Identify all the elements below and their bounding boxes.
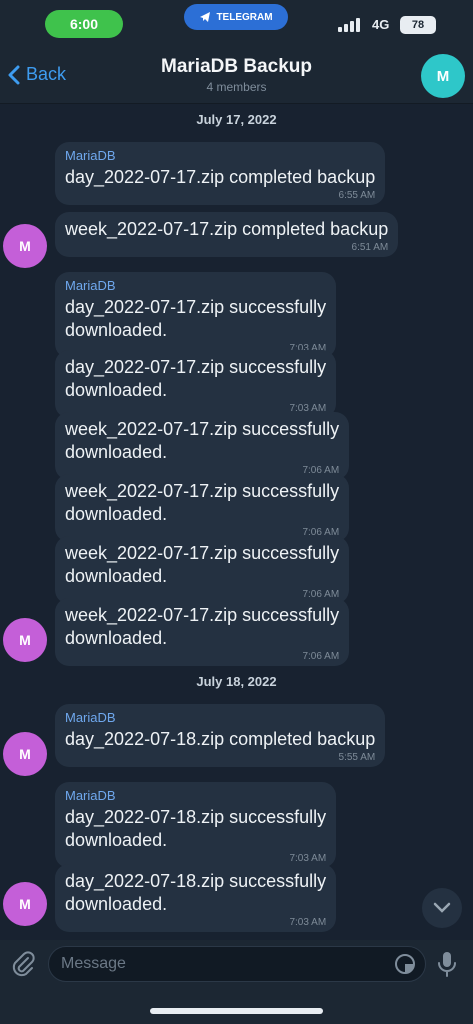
- message-bubble[interactable]: week_2022-07-17.zip successfully downloa…: [55, 412, 350, 480]
- chat-title[interactable]: MariaDB Backup: [0, 56, 473, 78]
- sender-avatar[interactable]: M: [3, 732, 47, 776]
- message-time: 6:51 AM: [351, 242, 389, 253]
- home-indicator-area: [0, 988, 473, 1024]
- telegram-pill[interactable]: TELEGRAM: [184, 4, 288, 30]
- battery-icon: 78: [400, 16, 436, 34]
- date-separator: July 17, 2022: [196, 112, 277, 127]
- status-bar: 6:00 TELEGRAM 4G 78: [0, 0, 473, 50]
- battery-level: 78: [411, 19, 425, 31]
- message-text: week_2022-07-17.zip completed backup: [65, 219, 389, 239]
- message-text: day_2022-07-18.zip successfully download…: [65, 871, 327, 914]
- message-sender: MariaDB: [65, 710, 116, 725]
- message-bubble[interactable]: MariaDB day_2022-07-17.zip successfully …: [55, 272, 337, 358]
- message-sender: MariaDB: [65, 148, 116, 163]
- sticker-icon: [395, 954, 415, 974]
- message-input[interactable]: [48, 946, 426, 982]
- message-bubble[interactable]: week_2022-07-17.zip successfully downloa…: [55, 536, 350, 604]
- message-time: 7:03 AM: [289, 917, 327, 928]
- chat-header: Back MariaDB Backup 4 members M: [0, 50, 473, 104]
- sender-avatar[interactable]: M: [3, 618, 47, 662]
- sender-avatar[interactable]: M: [3, 224, 47, 268]
- message-time: 7:03 AM: [289, 853, 327, 864]
- message-text: week_2022-07-17.zip successfully downloa…: [65, 543, 340, 586]
- message-bubble[interactable]: MariaDB day_2022-07-17.zip completed bac…: [55, 142, 386, 205]
- message-bubble[interactable]: MariaDB day_2022-07-18.zip completed bac…: [55, 704, 386, 767]
- message-bubble[interactable]: day_2022-07-18.zip successfully download…: [55, 864, 337, 932]
- attach-button[interactable]: [10, 950, 36, 983]
- paperclip-icon: [12, 951, 35, 977]
- signal-icon: [338, 18, 360, 32]
- message-bubble[interactable]: week_2022-07-17.zip completed backup 6:5…: [55, 212, 399, 257]
- message-bubble[interactable]: MariaDB day_2022-07-18.zip successfully …: [55, 782, 337, 868]
- message-bubble[interactable]: week_2022-07-17.zip successfully downloa…: [55, 474, 350, 542]
- microphone-icon: [438, 952, 456, 977]
- message-bubble[interactable]: week_2022-07-17.zip successfully downloa…: [55, 598, 350, 666]
- sender-avatar[interactable]: M: [3, 882, 47, 926]
- telegram-pill-label: TELEGRAM: [216, 11, 273, 23]
- voice-button[interactable]: [436, 950, 458, 983]
- message-time: 5:55 AM: [338, 752, 376, 763]
- message-sender: MariaDB: [65, 278, 116, 293]
- scroll-down-button[interactable]: [422, 888, 462, 928]
- message-time: 7:06 AM: [302, 651, 340, 662]
- message-text: day_2022-07-17.zip successfully download…: [65, 357, 327, 400]
- message-text: day_2022-07-17.zip completed backup: [65, 167, 376, 187]
- sticker-button[interactable]: [394, 953, 416, 980]
- message-text: week_2022-07-17.zip successfully downloa…: [65, 481, 340, 524]
- chat-subtitle: 4 members: [206, 80, 267, 94]
- message-text: day_2022-07-18.zip completed backup: [65, 729, 376, 749]
- message-bubble[interactable]: day_2022-07-17.zip successfully download…: [55, 350, 337, 418]
- telegram-icon: [200, 12, 211, 22]
- message-text: day_2022-07-18.zip successfully download…: [65, 807, 327, 850]
- home-indicator[interactable]: [150, 1008, 323, 1014]
- message-text: week_2022-07-17.zip successfully downloa…: [65, 605, 340, 648]
- network-type: 4G: [372, 17, 390, 32]
- composer-bar: [0, 940, 473, 988]
- group-avatar[interactable]: M: [421, 54, 465, 98]
- status-time: 6:00: [45, 10, 123, 38]
- message-time: 6:55 AM: [338, 190, 376, 201]
- message-list[interactable]: July 17, 2022 MariaDB day_2022-07-17.zip…: [0, 104, 473, 940]
- message-text: day_2022-07-17.zip successfully download…: [65, 297, 327, 340]
- message-text: week_2022-07-17.zip successfully downloa…: [65, 419, 340, 462]
- date-separator: July 18, 2022: [196, 674, 277, 689]
- chevron-down-icon: [433, 902, 451, 913]
- message-sender: MariaDB: [65, 788, 116, 803]
